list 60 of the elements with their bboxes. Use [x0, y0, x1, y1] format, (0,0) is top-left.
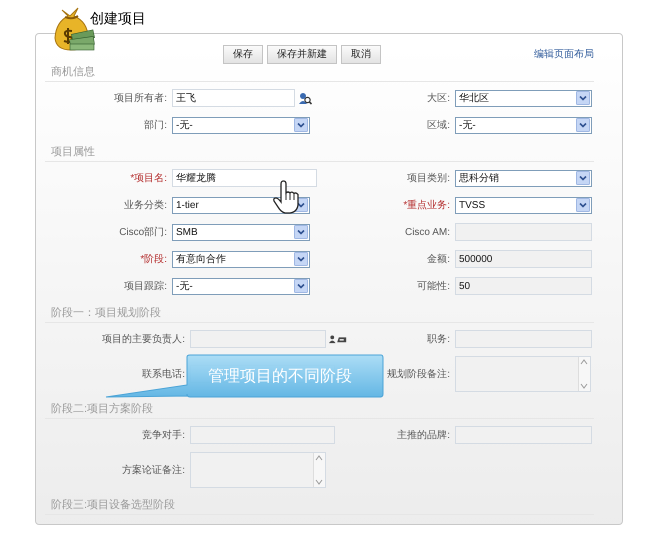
scroll-down-icon[interactable]: [314, 477, 324, 487]
page-title: 创建项目: [90, 10, 146, 26]
dropdown[interactable]: 有意向合作: [172, 250, 310, 268]
field-label: Cisco AM:: [404, 226, 450, 238]
caret-icon: [576, 91, 590, 105]
field-label: 规划阶段备注:: [386, 368, 450, 381]
field-label: *重点业务:: [402, 198, 450, 212]
dropdown[interactable]: -无-: [172, 278, 310, 294]
dropdown[interactable]: SMB: [172, 224, 310, 240]
caret-icon: [294, 118, 308, 132]
section-heading: 阶段二:项目方案阶段: [45, 401, 594, 419]
edit-layout-link[interactable]: 编辑页面布局: [534, 47, 594, 61]
field-label: 项目的主要负责人:: [101, 332, 185, 346]
caret-icon: [576, 118, 590, 132]
lookup-icon[interactable]: [298, 91, 312, 105]
field-label: 职务:: [426, 333, 450, 346]
dropdown[interactable]: 华北区: [455, 90, 592, 106]
dropdown[interactable]: -无-: [172, 116, 310, 134]
scroll-down-icon[interactable]: [579, 381, 589, 391]
input-field[interactable]: 王飞: [172, 89, 295, 107]
caret-icon: [294, 225, 308, 239]
section-heading: 阶段三:项目设备选型阶段: [45, 497, 594, 515]
scroll-up-icon[interactable]: [314, 453, 324, 463]
field-label: 可能性:: [416, 280, 450, 293]
text-area[interactable]: [455, 356, 591, 392]
scrollbar[interactable]: [313, 453, 325, 487]
field-label: 方案论证备注:: [121, 464, 185, 477]
field-label: 金额:: [426, 252, 450, 266]
field-label: 区域:: [426, 118, 450, 132]
dropdown[interactable]: TVSS: [455, 196, 592, 214]
field-label: *项目名:: [129, 172, 167, 185]
field-label: 项目跟踪:: [123, 280, 167, 293]
section-heading: 商机信息: [45, 64, 594, 82]
caret-icon: [576, 198, 590, 212]
input-field[interactable]: 华耀龙腾: [172, 169, 317, 187]
dropdown[interactable]: -无-: [455, 116, 592, 134]
contact-lookup-icon[interactable]: [329, 334, 347, 344]
scroll-up-icon[interactable]: [579, 357, 589, 367]
section-heading: 项目属性: [45, 144, 594, 162]
field-label: 项目类别:: [406, 172, 450, 185]
caret-icon: [294, 252, 308, 266]
field-label: Cisco部门:: [118, 226, 167, 239]
text-area[interactable]: [190, 452, 326, 488]
section-heading: 阶段一：项目规划阶段: [45, 305, 594, 323]
caret-icon: [576, 171, 590, 185]
scrollbar[interactable]: [578, 357, 590, 391]
field-label: 业务分类:: [123, 198, 167, 212]
field-label: 部门:: [143, 118, 167, 132]
dropdown[interactable]: 思科分销: [455, 170, 592, 186]
field-label: 联系电话:: [141, 368, 185, 381]
toolbar-button[interactable]: 保存: [223, 44, 263, 64]
field-label: 竞争对手:: [141, 428, 185, 442]
field-label: 项目所有者:: [113, 92, 167, 105]
field-label: 大区:: [426, 92, 450, 105]
field-label: *阶段:: [139, 253, 167, 266]
toolbar-button[interactable]: 取消: [341, 44, 381, 64]
toolbar-button[interactable]: 保存并新建: [267, 44, 337, 64]
input-field[interactable]: [190, 330, 326, 348]
caret-icon: [294, 279, 308, 293]
field-label: 主推的品牌:: [396, 428, 450, 442]
